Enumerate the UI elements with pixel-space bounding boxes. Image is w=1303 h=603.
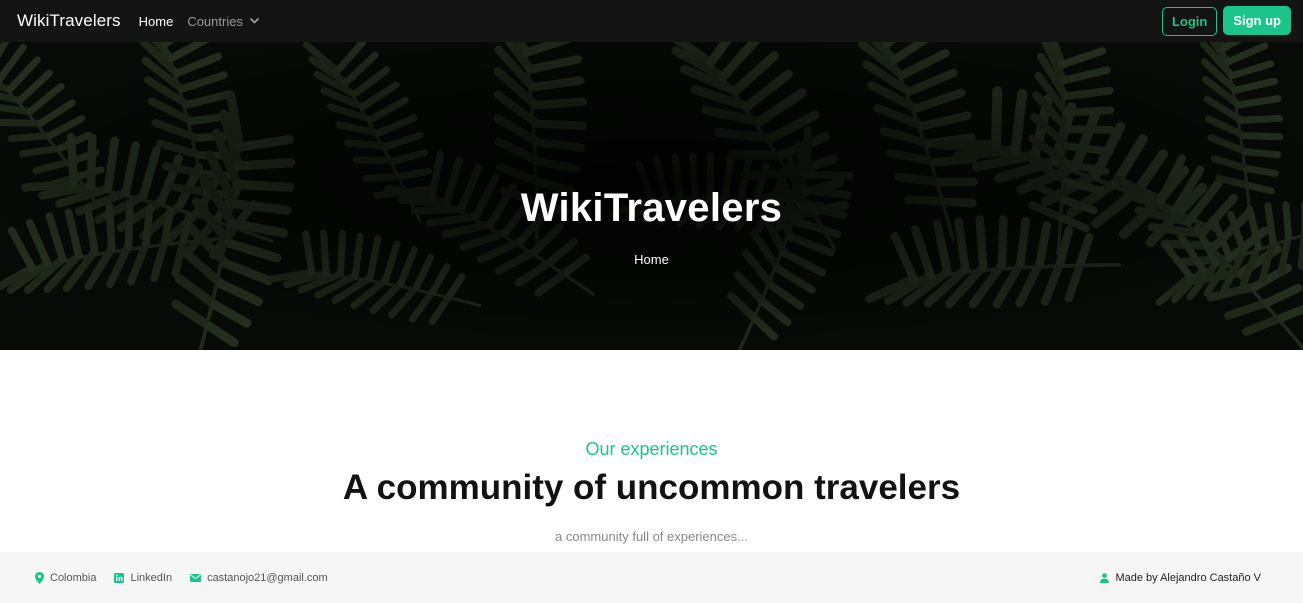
envelope-icon — [190, 573, 202, 582]
nav-countries-label: Countries — [187, 13, 243, 29]
auth-buttons: Login Sign up — [1161, 5, 1291, 36]
chevron-down-icon — [250, 18, 259, 24]
hero-banner: WikiTravelers Home — [0, 42, 1303, 350]
map-pin-icon — [35, 571, 44, 584]
breadcrumb[interactable]: Home — [0, 252, 1303, 267]
footer-credits: Made by Alejandro Castaño V — [1100, 572, 1261, 584]
user-icon — [1100, 572, 1110, 583]
nav-home-link[interactable]: Home — [139, 14, 174, 29]
footer-email-link[interactable]: castanojo21@gmail.com — [190, 572, 328, 584]
section-title: A community of uncommon travelers — [342, 468, 961, 507]
footer-location: Colombia — [35, 571, 97, 584]
footer-location-text: Colombia — [50, 571, 97, 584]
footer-credits-text: Made by Alejandro Castaño V — [1115, 571, 1261, 584]
section-subtitle: Our experiences — [585, 439, 718, 459]
hero-title: WikiTravelers — [520, 186, 783, 230]
linkedin-icon — [114, 572, 125, 583]
signup-button[interactable]: Sign up — [1223, 5, 1291, 35]
footer-email-text: castanojo21@gmail.com — [207, 571, 328, 584]
footer-linkedin-text: LinkedIn — [130, 571, 173, 584]
login-button[interactable]: Login — [1161, 6, 1218, 36]
brand-logo[interactable]: WikiTravelers — [17, 11, 121, 31]
nav-countries-dropdown[interactable]: Countries — [187, 14, 259, 29]
footer-linkedin-link[interactable]: LinkedIn — [114, 572, 172, 584]
section-description: a community full of experiences... — [555, 529, 748, 544]
navbar: WikiTravelers Home Countries Login Sign … — [0, 0, 1303, 42]
footer: Colombia LinkedIn castanojo21@gmail.com … — [0, 552, 1303, 603]
